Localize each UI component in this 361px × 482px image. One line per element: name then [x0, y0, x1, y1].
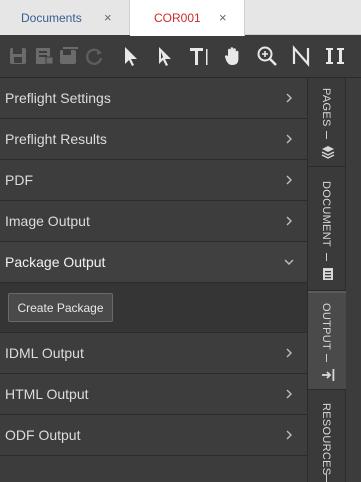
chevron-right-icon	[286, 389, 292, 399]
tab-documents[interactable]: Documents ×	[0, 0, 130, 35]
export-icon	[322, 369, 335, 381]
package-output-content: Create Package	[0, 283, 307, 333]
save-icon[interactable]	[5, 43, 31, 69]
app-window: Documents × COR001 × Preflight Settings …	[0, 0, 361, 482]
side-tab-bar: PAGES DOCUMENT OUTPUT RESOURCES	[307, 78, 361, 482]
tab-label: Documents	[21, 11, 82, 25]
row-label: HTML Output	[5, 386, 89, 402]
chevron-right-icon	[286, 216, 292, 226]
output-panel: Preflight Settings Preflight Results PDF…	[0, 78, 307, 482]
chevron-right-icon	[286, 175, 292, 185]
side-tab-resources[interactable]: RESOURCES	[308, 390, 347, 482]
select-icon[interactable]	[117, 43, 143, 69]
side-tab-document[interactable]: DOCUMENT	[308, 167, 347, 291]
create-package-button[interactable]: Create Package	[8, 293, 113, 322]
side-tab-label: PAGES	[320, 88, 332, 127]
hand-icon[interactable]	[220, 43, 246, 69]
text-tool-icon[interactable]	[186, 43, 212, 69]
side-tab-label: RESOURCES	[320, 403, 332, 476]
row-label: Image Output	[5, 213, 90, 229]
side-tab-pages[interactable]: PAGES	[308, 78, 347, 167]
close-icon[interactable]: ×	[104, 10, 112, 25]
divider	[326, 354, 327, 362]
row-label: Preflight Results	[5, 131, 107, 147]
tab-bar: Documents × COR001 ×	[0, 0, 361, 36]
chevron-right-icon	[286, 348, 292, 358]
chevron-right-icon	[286, 430, 292, 440]
row-package-output[interactable]: Package Output	[0, 242, 307, 283]
row-preflight-settings[interactable]: Preflight Settings	[0, 78, 307, 119]
side-tab-label: OUTPUT	[320, 303, 332, 351]
divider	[326, 253, 327, 261]
row-label: Package Output	[5, 254, 106, 270]
row-label: Preflight Settings	[5, 90, 111, 106]
refresh-icon[interactable]	[81, 43, 107, 69]
side-tab-strip: PAGES DOCUMENT OUTPUT RESOURCES	[307, 78, 347, 482]
row-label: IDML Output	[5, 345, 84, 361]
close-icon[interactable]: ×	[219, 10, 227, 25]
chevron-down-icon	[284, 259, 294, 265]
tab-cor001[interactable]: COR001 ×	[130, 0, 245, 36]
direct-select-icon[interactable]	[151, 43, 177, 69]
side-tab-label: DOCUMENT	[320, 181, 332, 247]
row-image-output[interactable]: Image Output	[0, 201, 307, 242]
row-label: ODF Output	[5, 427, 81, 443]
toolbar	[0, 36, 361, 78]
path-icon[interactable]	[288, 43, 314, 69]
save-all-icon[interactable]	[56, 43, 82, 69]
row-preflight-results[interactable]: Preflight Results	[0, 119, 307, 160]
layers-icon	[321, 146, 335, 159]
row-pdf[interactable]: PDF	[0, 160, 307, 201]
tab-label: COR001	[154, 11, 201, 25]
chevron-right-icon	[286, 134, 292, 144]
save-as-icon[interactable]	[31, 43, 57, 69]
divider	[326, 474, 327, 482]
row-idml-output[interactable]: IDML Output	[0, 333, 307, 374]
chevron-right-icon	[286, 93, 292, 103]
side-panel-gutter	[346, 78, 361, 482]
side-tab-output[interactable]: OUTPUT	[308, 291, 347, 390]
zoom-icon[interactable]	[254, 43, 280, 69]
document-icon	[323, 268, 333, 280]
column-icon[interactable]	[322, 43, 348, 69]
row-odf-output[interactable]: ODF Output	[0, 415, 307, 456]
row-label: PDF	[5, 172, 33, 188]
row-html-output[interactable]: HTML Output	[0, 374, 307, 415]
divider	[326, 131, 327, 139]
